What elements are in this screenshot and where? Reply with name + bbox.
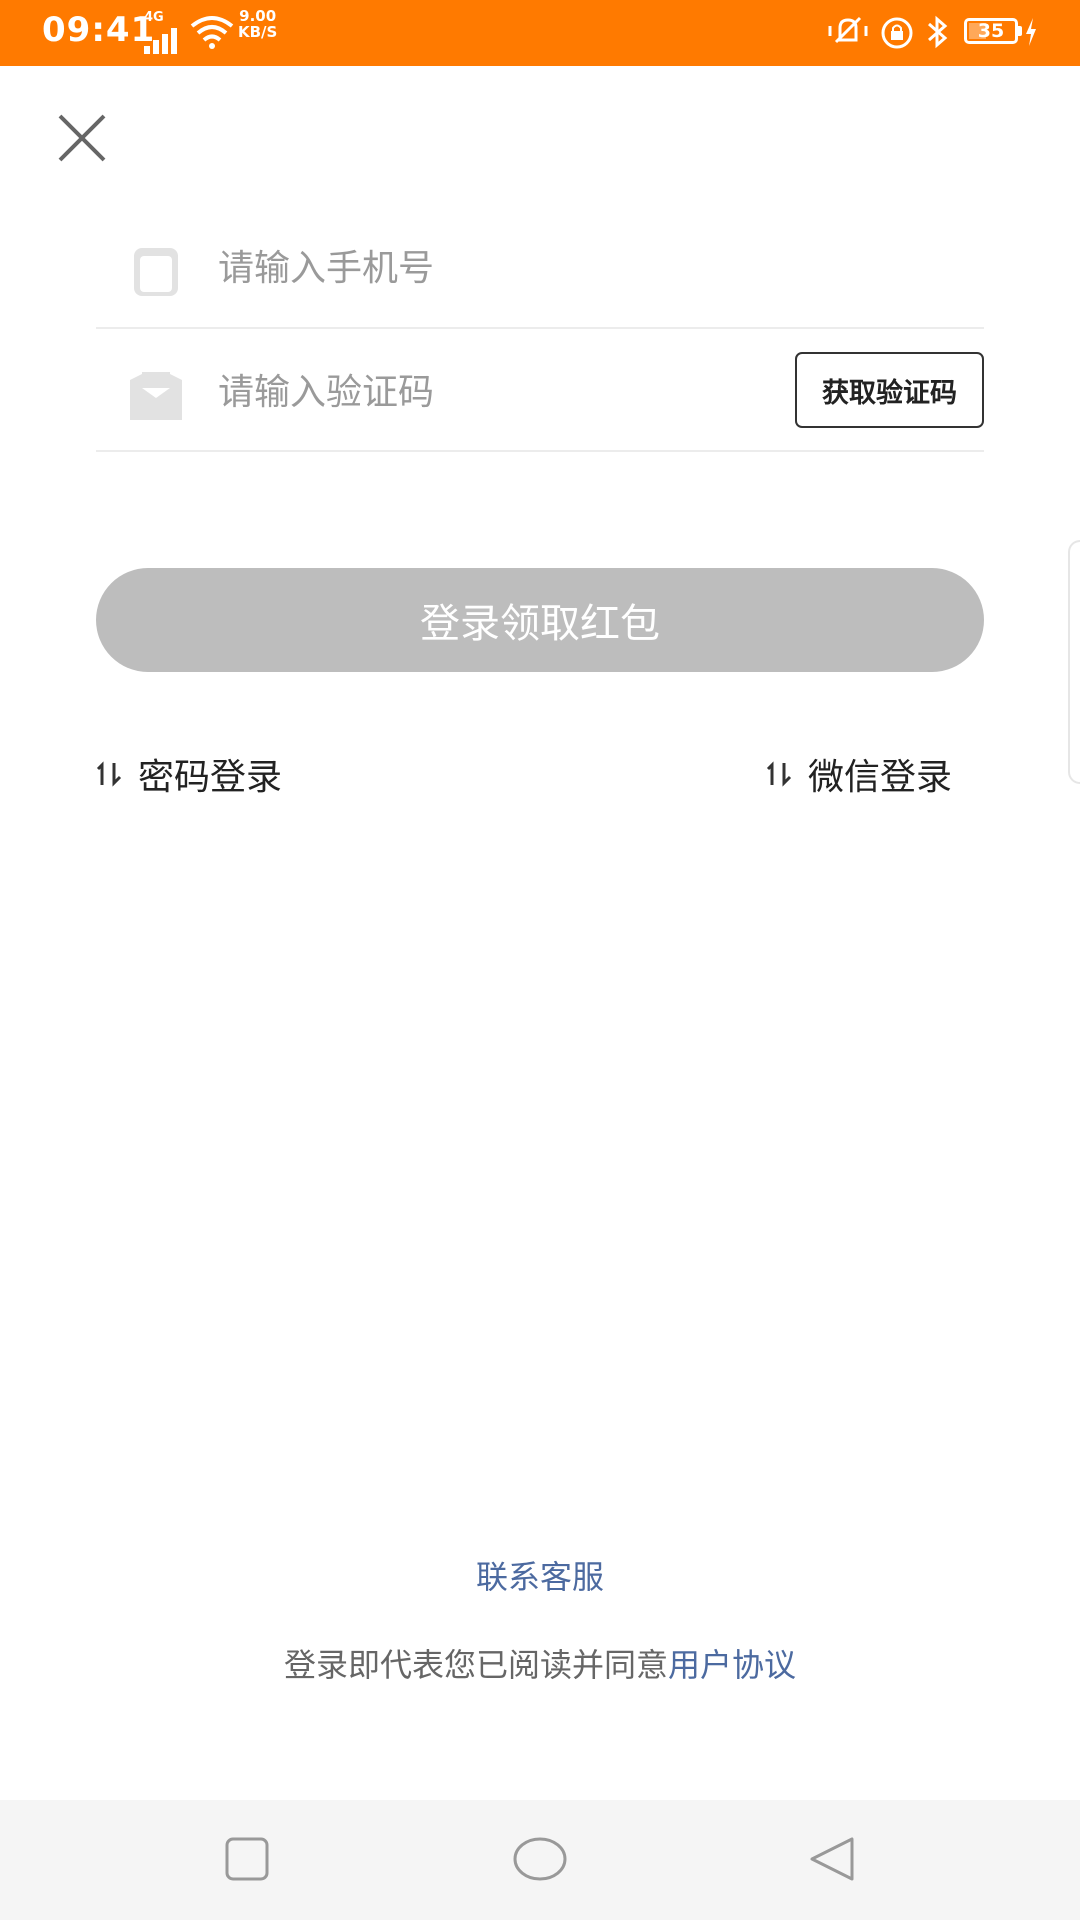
agreement-text: 登录即代表您已阅读并同意用户协议 [0, 1640, 1080, 1686]
wechat-login-link[interactable]: 微信登录 [766, 752, 952, 798]
wifi-icon [190, 16, 234, 49]
switch-icon [766, 761, 792, 787]
password-login-label: 密码登录 [138, 757, 283, 798]
user-agreement-link[interactable]: 用户协议 [668, 1646, 796, 1684]
net-speed-value: 9.00 [239, 7, 277, 25]
battery-level: 35 [977, 20, 1005, 42]
contact-service-link[interactable]: 联系客服 [0, 1552, 1080, 1598]
status-time: 09:41 [42, 10, 156, 50]
charging-icon [1026, 18, 1036, 46]
login-button[interactable]: 登录领取红包 [96, 568, 984, 672]
agreement-prefix: 登录即代表您已阅读并同意 [283, 1646, 668, 1684]
wechat-login-label: 微信登录 [808, 757, 953, 798]
close-icon[interactable] [56, 112, 108, 164]
switch-icon [96, 761, 122, 787]
phone-input[interactable] [218, 236, 758, 300]
divider [96, 327, 984, 329]
message-icon [130, 372, 182, 420]
rotation-lock-icon [881, 17, 913, 49]
password-login-link[interactable]: 密码登录 [96, 752, 282, 798]
nav-back-icon[interactable] [808, 1836, 856, 1882]
side-panel-handle[interactable] [1068, 540, 1080, 784]
code-input[interactable] [218, 360, 778, 424]
status-bar: 09:41 4G 9.00 KB/S 35 [0, 0, 1080, 66]
battery-icon: 35 [964, 18, 1018, 44]
get-code-button[interactable]: 获取验证码 [795, 352, 984, 428]
nav-recent-icon[interactable] [224, 1836, 270, 1882]
divider [96, 450, 984, 452]
bluetooth-icon [928, 15, 948, 49]
network-type: 4G [144, 10, 164, 25]
vibrate-mute-icon [828, 16, 868, 44]
signal-icon [144, 28, 177, 54]
phone-icon [134, 248, 178, 296]
net-speed: 9.00 KB/S [238, 8, 277, 40]
net-speed-unit: KB/S [238, 23, 278, 41]
nav-home-icon[interactable] [512, 1836, 568, 1882]
navigation-bar [0, 1800, 1080, 1920]
